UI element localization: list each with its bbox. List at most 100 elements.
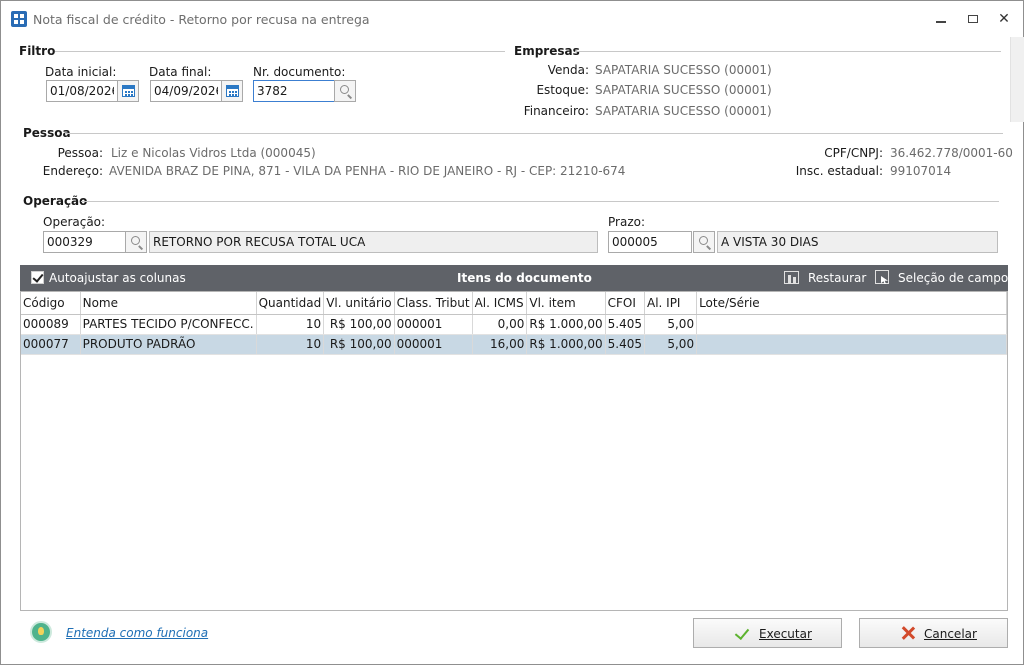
restore-icon[interactable] xyxy=(784,271,799,284)
nr-documento-label: Nr. documento: xyxy=(253,65,346,79)
column-header[interactable]: CFOI xyxy=(605,292,645,315)
executar-label: Executar xyxy=(759,627,812,641)
prazo-description-field xyxy=(717,231,998,253)
grid-toolbar: Autoajustar as colunas Itens do document… xyxy=(20,265,1015,291)
empresas-divider xyxy=(575,51,1001,52)
table-cell: PARTES TECIDO P/CONFECC. xyxy=(80,314,257,335)
insc-estadual-value: 99107014 xyxy=(890,164,952,178)
venda-label: Venda: xyxy=(547,63,589,77)
dialog-window: Nota fiscal de crédito - Retorno por rec… xyxy=(0,0,1024,665)
items-grid[interactable]: Código Nome Quantidad Vl. unitário Class. Tr… xyxy=(20,291,1008,611)
table-cell: 10 xyxy=(256,334,325,355)
filtro-divider xyxy=(55,51,505,52)
cancelar-label: Cancelar xyxy=(924,627,977,641)
minimize-button[interactable] xyxy=(931,10,951,28)
check-icon xyxy=(734,624,750,641)
venda-value: SAPATARIA SUCESSO (00001) xyxy=(595,63,772,77)
pessoa-label: Pessoa: xyxy=(57,146,103,160)
data-final-field[interactable] xyxy=(150,80,222,102)
financeiro-value: SAPATARIA SUCESSO (00001) xyxy=(595,104,772,118)
title-bar: Nota fiscal de crédito - Retorno por rec… xyxy=(1,1,1023,37)
maximize-icon xyxy=(968,14,978,23)
x-icon xyxy=(900,625,916,641)
table-row[interactable]: 000089 PARTES TECIDO P/CONFECC. 10 R$ 100,0… xyxy=(21,314,1007,335)
prazo-code-field[interactable] xyxy=(608,231,692,253)
table-cell: 5,00 xyxy=(644,334,698,355)
empresas-section-title: Empresas xyxy=(514,44,580,58)
table-header-row: Código Nome Quantidad Vl. unitário Class. Tr… xyxy=(21,292,1007,315)
table-cell: R$ 100,00 xyxy=(323,314,395,335)
operacao-search-button[interactable] xyxy=(125,231,147,253)
column-header[interactable]: Al. IPI xyxy=(644,292,698,315)
cancelar-button[interactable]: Cancelar xyxy=(859,618,1008,648)
grid-title: Itens do documento xyxy=(457,271,592,285)
operacao-description-field xyxy=(149,231,598,253)
prazo-label: Prazo: xyxy=(608,215,645,229)
window-title: Nota fiscal de crédito - Retorno por rec… xyxy=(33,12,370,27)
table-cell: 5,00 xyxy=(644,314,698,335)
column-header[interactable]: Código xyxy=(21,292,81,315)
column-header[interactable]: Nome xyxy=(80,292,257,315)
endereco-label: Endereço: xyxy=(42,164,103,178)
items-table: Código Nome Quantidad Vl. unitário Class. Tr… xyxy=(21,292,1007,355)
column-header[interactable]: Vl. item xyxy=(526,292,606,315)
endereco-value: AVENIDA BRAZ DE PINA, 871 - VILA DA PENH… xyxy=(109,164,626,178)
column-header[interactable]: Vl. unitário xyxy=(323,292,395,315)
data-inicial-label: Data inicial: xyxy=(45,65,117,79)
table-cell: 000001 xyxy=(394,314,473,335)
data-inicial-field[interactable] xyxy=(46,80,118,102)
column-header[interactable]: Class. Tribut xyxy=(394,292,473,315)
field-selection-icon[interactable] xyxy=(875,270,889,284)
table-row[interactable]: 000077 PRODUTO PADRÃO 10 R$ 100,00 000001 16,… xyxy=(21,334,1007,355)
column-header[interactable]: Al. ICMS xyxy=(472,292,528,315)
table-cell: 000077 xyxy=(21,334,81,355)
table-cell: R$ 1.000,00 xyxy=(526,334,606,355)
table-cell: PRODUTO PADRÃO xyxy=(80,334,257,355)
table-cell: 10 xyxy=(256,314,325,335)
restaurar-button[interactable]: Restaurar xyxy=(808,271,866,285)
executar-button[interactable]: Executar xyxy=(693,618,842,648)
data-final-calendar-button[interactable] xyxy=(221,80,243,102)
close-button[interactable]: ✕ xyxy=(994,10,1014,28)
search-icon xyxy=(340,85,349,94)
table-cell xyxy=(696,314,1007,335)
nr-documento-field[interactable] xyxy=(253,80,335,102)
table-cell xyxy=(696,334,1007,355)
autoajustar-label[interactable]: Autoajustar as colunas xyxy=(49,271,186,285)
cpf-cnpj-label: CPF/CNPJ: xyxy=(824,146,883,160)
pessoa-divider xyxy=(65,133,1003,134)
minimize-icon xyxy=(936,20,946,23)
help-link[interactable]: Entenda como funciona xyxy=(66,626,208,640)
estoque-value: SAPATARIA SUCESSO (00001) xyxy=(595,83,772,97)
calendar-icon xyxy=(122,85,135,97)
operacao-label: Operação: xyxy=(43,215,106,229)
search-icon xyxy=(131,236,140,245)
cpf-cnpj-value: 36.462.778/0001-60 xyxy=(890,146,1013,160)
table-cell: 5.405 xyxy=(605,334,645,355)
nr-documento-search-button[interactable] xyxy=(334,80,356,102)
financeiro-label: Financeiro: xyxy=(523,104,589,118)
calendar-icon xyxy=(226,85,239,97)
column-header[interactable]: Quantidad xyxy=(256,292,325,315)
estoque-label: Estoque: xyxy=(536,83,589,97)
selecao-campos-button[interactable]: Seleção de campos xyxy=(898,271,1015,285)
autoajustar-checkbox[interactable] xyxy=(31,271,44,284)
table-cell: R$ 100,00 xyxy=(323,334,395,355)
prazo-search-button[interactable] xyxy=(693,231,715,253)
close-icon: ✕ xyxy=(998,11,1010,27)
data-inicial-calendar-button[interactable] xyxy=(117,80,139,102)
operacao-code-field[interactable] xyxy=(43,231,126,253)
pessoa-section-title: Pessoa xyxy=(23,126,71,140)
insc-estadual-label: Insc. estadual: xyxy=(795,164,883,178)
lightbulb-icon[interactable] xyxy=(30,621,52,643)
column-header[interactable]: Lote/Série xyxy=(696,292,1007,315)
table-cell: 5.405 xyxy=(605,314,645,335)
side-scrollbar[interactable] xyxy=(1010,37,1024,122)
table-cell: R$ 1.000,00 xyxy=(526,314,606,335)
filtro-section-title: Filtro xyxy=(19,44,56,58)
operacao-section-title: Operação xyxy=(23,194,88,208)
table-cell: 000089 xyxy=(21,314,81,335)
pessoa-value: Liz e Nicolas Vidros Ltda (000045) xyxy=(111,146,316,160)
table-cell: 16,00 xyxy=(472,334,528,355)
maximize-button[interactable] xyxy=(963,10,983,28)
